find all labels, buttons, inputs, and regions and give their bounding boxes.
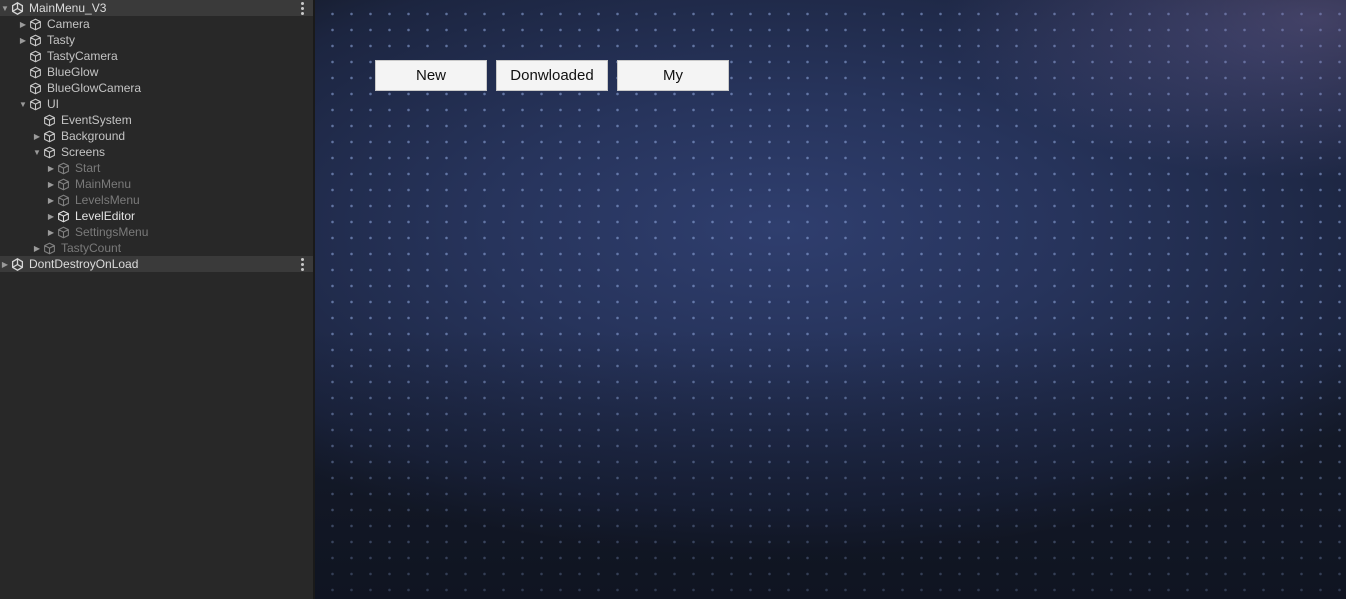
- scene-label: MainMenu_V3: [29, 1, 107, 15]
- cube-icon: [43, 145, 57, 159]
- hierarchy-item-blueglow[interactable]: ▶ BlueGlow: [0, 64, 313, 80]
- scene-row-dontdestroyonload[interactable]: ▶ DontDestroyOnLoad: [0, 256, 313, 272]
- game-view[interactable]: New Donwloaded My: [315, 0, 1346, 599]
- hierarchy-item-label: Camera: [47, 17, 90, 31]
- hierarchy-item-start[interactable]: ▶ Start: [0, 160, 313, 176]
- fold-arrow-icon[interactable]: ▼: [18, 96, 28, 112]
- cube-icon: [57, 161, 71, 175]
- hierarchy-item-label: SettingsMenu: [75, 225, 149, 239]
- hierarchy-item-camera[interactable]: ▶ Camera: [0, 16, 313, 32]
- hierarchy-item-label: MainMenu: [75, 177, 132, 191]
- cube-icon: [29, 97, 43, 111]
- fold-arrow-icon[interactable]: ▶: [46, 224, 56, 240]
- cube-icon: [29, 17, 43, 31]
- cube-icon: [57, 209, 71, 223]
- cube-icon: [43, 129, 57, 143]
- fold-arrow-icon[interactable]: ▶: [32, 240, 42, 256]
- hierarchy-item-blueglowcamera[interactable]: ▶ BlueGlowCamera: [0, 80, 313, 96]
- cube-icon: [29, 65, 43, 79]
- fold-arrow-icon[interactable]: ▶: [46, 176, 56, 192]
- unity-scene-icon: [11, 257, 25, 271]
- kebab-menu-icon[interactable]: [299, 256, 305, 272]
- fold-arrow-icon[interactable]: ▶: [32, 128, 42, 144]
- hierarchy-item-label: UI: [47, 97, 59, 111]
- cube-icon: [57, 193, 71, 207]
- my-button[interactable]: My: [617, 60, 729, 91]
- hierarchy-item-eventsystem[interactable]: ▶ EventSystem: [0, 112, 313, 128]
- hierarchy-item-background[interactable]: ▶ Background: [0, 128, 313, 144]
- hierarchy-panel: ▼ MainMenu_V3 ▶ Camera ▶ Tasty ▶ TastyCa…: [0, 0, 313, 599]
- cube-icon: [29, 49, 43, 63]
- scene-row-mainmenu[interactable]: ▼ MainMenu_V3: [0, 0, 313, 16]
- hierarchy-item-leveleditor[interactable]: ▶ LevelEditor: [0, 208, 313, 224]
- hierarchy-item-ui[interactable]: ▼ UI: [0, 96, 313, 112]
- hierarchy-item-label: Screens: [61, 145, 106, 159]
- hierarchy-item-label: EventSystem: [61, 113, 132, 127]
- fold-arrow-icon[interactable]: ▶: [46, 160, 56, 176]
- hierarchy-item-label: BlueGlowCamera: [47, 81, 142, 95]
- cube-icon: [29, 81, 43, 95]
- hierarchy-item-settingsmenu[interactable]: ▶ SettingsMenu: [0, 224, 313, 240]
- fold-arrow-icon[interactable]: ▶: [18, 32, 28, 48]
- unity-scene-icon: [11, 1, 25, 15]
- hierarchy-item-label: LevelEditor: [75, 209, 136, 223]
- fold-arrow-icon[interactable]: ▶: [0, 256, 10, 272]
- hierarchy-item-label: Tasty: [47, 33, 76, 47]
- hierarchy-item-label: BlueGlow: [47, 65, 99, 79]
- cube-icon: [57, 225, 71, 239]
- hierarchy-item-mainmenu[interactable]: ▶ MainMenu: [0, 176, 313, 192]
- scene-label: DontDestroyOnLoad: [29, 257, 139, 271]
- fold-arrow-icon[interactable]: ▶: [46, 192, 56, 208]
- cube-icon: [57, 177, 71, 191]
- fold-arrow-icon[interactable]: ▶: [18, 16, 28, 32]
- hierarchy-item-tastycount[interactable]: ▶ TastyCount: [0, 240, 313, 256]
- hierarchy-item-tasty[interactable]: ▶ Tasty: [0, 32, 313, 48]
- hierarchy-item-screens[interactable]: ▼ Screens: [0, 144, 313, 160]
- hierarchy-item-tastycamera[interactable]: ▶ TastyCamera: [0, 48, 313, 64]
- hierarchy-item-label: TastyCount: [61, 241, 122, 255]
- downloaded-button[interactable]: Donwloaded: [496, 60, 608, 91]
- hierarchy-item-label: Background: [61, 129, 126, 143]
- cube-icon: [29, 33, 43, 47]
- hierarchy-item-label: LevelsMenu: [75, 193, 140, 207]
- hierarchy-item-label: Start: [75, 161, 101, 175]
- cube-icon: [43, 113, 57, 127]
- cube-icon: [43, 241, 57, 255]
- kebab-menu-icon[interactable]: [299, 0, 305, 16]
- fold-arrow-icon[interactable]: ▼: [0, 0, 10, 16]
- hierarchy-item-levelsmenu[interactable]: ▶ LevelsMenu: [0, 192, 313, 208]
- new-button[interactable]: New: [375, 60, 487, 91]
- hierarchy-item-label: TastyCamera: [47, 49, 118, 63]
- fold-arrow-icon[interactable]: ▶: [46, 208, 56, 224]
- fold-arrow-icon[interactable]: ▼: [32, 144, 42, 160]
